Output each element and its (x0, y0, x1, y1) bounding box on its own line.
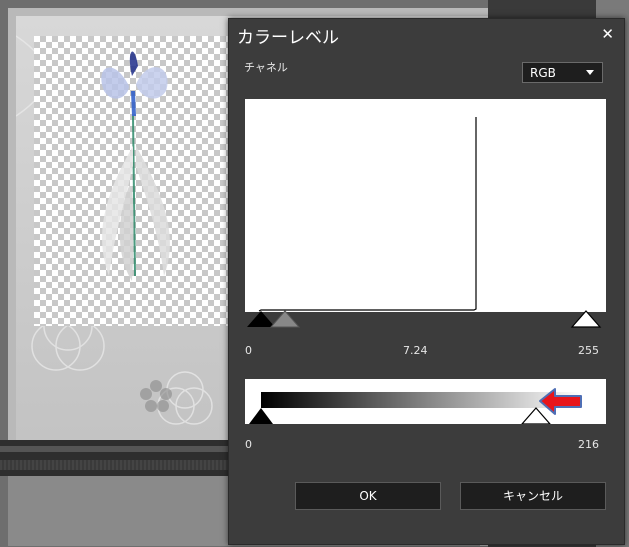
channel-select[interactable]: RGB (522, 62, 603, 83)
transparent-image-layer (34, 36, 234, 326)
ok-button[interactable]: OK (295, 482, 441, 510)
histogram-chart (245, 117, 606, 330)
dialog-title: カラーレベル (237, 28, 339, 48)
output-sliders (249, 388, 582, 424)
input-black-value: 0 (245, 344, 252, 357)
channel-label: チャネル (244, 61, 288, 74)
input-level-values: 0 7.24 255 (245, 344, 606, 360)
output-white-value: 216 (578, 438, 599, 451)
output-white-slider[interactable] (521, 407, 551, 424)
input-gamma-value: 7.24 (403, 344, 428, 357)
chevron-down-icon (586, 70, 594, 75)
channel-select-value: RGB (530, 66, 556, 80)
annotation-arrow-icon (539, 388, 582, 415)
histogram-panel (245, 99, 606, 330)
input-white-value: 255 (578, 344, 599, 357)
close-icon[interactable]: ✕ (601, 25, 614, 43)
histogram-curve (258, 117, 477, 312)
output-level-values: 0 216 (245, 438, 606, 454)
output-black-value: 0 (245, 438, 252, 451)
iris-image (101, 51, 170, 281)
output-black-slider[interactable] (249, 408, 273, 424)
output-gradient-panel (245, 379, 606, 424)
cancel-button[interactable]: キャンセル (460, 482, 606, 510)
color-levels-dialog: カラーレベル ✕ チャネル RGB 0 7.24 255 0 216 OK キャ… (228, 18, 625, 545)
